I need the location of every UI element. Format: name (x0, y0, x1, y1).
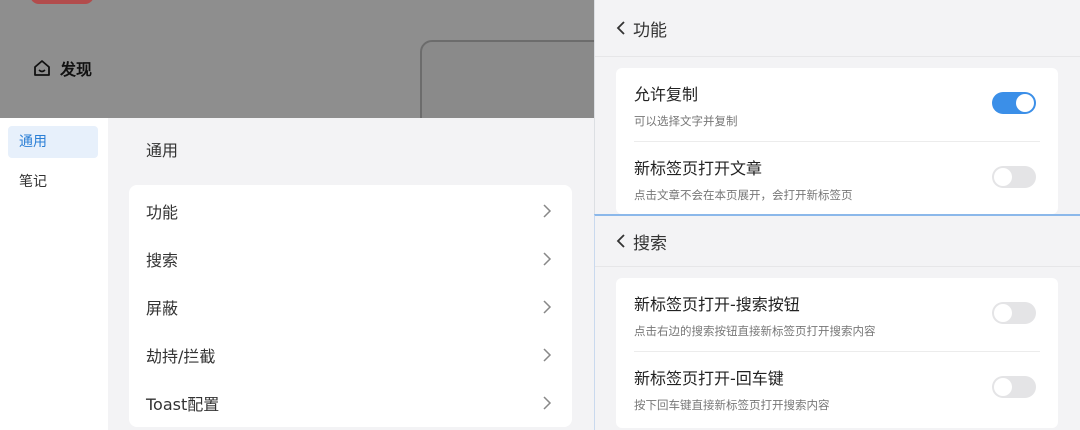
search-settings-card: 新标签页打开-搜索按钮 点击右边的搜索按钮直接新标签页打开搜索内容 新标签页打开… (616, 278, 1058, 428)
settings-menu: 功能 搜索 屏蔽 劫持/拦截 Toast配置 (129, 185, 572, 427)
setting-description: 点击文章不会在本页展开，会打开新标签页 (634, 188, 853, 202)
chevron-right-icon (543, 252, 552, 266)
settings-sidebar: 通用 笔记 (0, 118, 108, 430)
enter-key-new-tab-toggle[interactable] (992, 376, 1036, 398)
back-arrow-icon[interactable] (615, 233, 627, 249)
menu-item-hijack[interactable]: 劫持/拦截 (129, 331, 572, 379)
setting-enter-key-new-tab: 新标签页打开-回车键 按下回车键直接新标签页打开搜索内容 (616, 352, 1058, 426)
back-arrow-icon[interactable] (615, 20, 627, 36)
toggle-knob (1016, 94, 1034, 112)
discover-nav: 发现 (32, 56, 92, 80)
setting-search-button-new-tab: 新标签页打开-搜索按钮 点击右边的搜索按钮直接新标签页打开搜索内容 (616, 278, 1058, 352)
chevron-right-icon (543, 300, 552, 314)
menu-item-toast[interactable]: Toast配置 (129, 379, 572, 427)
red-badge (30, 0, 94, 4)
setting-allow-copy: 允许复制 可以选择文字并复制 (616, 68, 1058, 142)
sidebar-item-notes[interactable]: 笔记 (8, 166, 98, 198)
open-article-new-tab-toggle[interactable] (992, 166, 1036, 188)
setting-description: 可以选择文字并复制 (634, 114, 738, 128)
search-panel-header: 搜索 (595, 216, 1080, 266)
setting-open-article-new-tab: 新标签页打开文章 点击文章不会在本页展开，会打开新标签页 (616, 142, 1058, 216)
background-overlay: 发现 (0, 0, 600, 118)
menu-item-label: 屏蔽 (146, 299, 179, 318)
sidebar-item-general[interactable]: 通用 (8, 126, 98, 158)
function-panel-header: 功能 (595, 0, 1080, 56)
function-settings-card: 允许复制 可以选择文字并复制 新标签页打开文章 点击文章不会在本页展开，会打开新… (616, 68, 1058, 214)
chevron-right-icon (543, 204, 552, 218)
toggle-knob (994, 378, 1012, 396)
menu-item-label: 搜索 (146, 251, 179, 270)
function-panel: 功能 允许复制 可以选择文字并复制 新标签页打开文章 点击文章不会在本页展开，会… (594, 0, 1080, 214)
menu-item-function[interactable]: 功能 (129, 187, 572, 235)
page-title: 通用 (146, 141, 179, 160)
menu-item-label: 功能 (146, 203, 179, 222)
menu-item-label: Toast配置 (146, 395, 220, 414)
setting-description: 点击右边的搜索按钮直接新标签页打开搜索内容 (634, 324, 876, 338)
setting-description: 按下回车键直接新标签页打开搜索内容 (634, 398, 830, 412)
menu-item-label: 劫持/拦截 (146, 347, 216, 366)
menu-item-block[interactable]: 屏蔽 (129, 283, 572, 331)
panel-title: 功能 (633, 20, 667, 41)
divider (595, 266, 1080, 267)
settings-panel: 通用 笔记 通用 功能 搜索 屏蔽 劫持/拦截 Toast配置 (0, 118, 600, 430)
allow-copy-toggle[interactable] (992, 92, 1036, 114)
background-card (420, 40, 600, 118)
menu-item-search[interactable]: 搜索 (129, 235, 572, 283)
toggle-knob (994, 304, 1012, 322)
toggle-knob (994, 168, 1012, 186)
search-button-new-tab-toggle[interactable] (992, 302, 1036, 324)
discover-label: 发现 (60, 60, 93, 79)
search-panel: 搜索 新标签页打开-搜索按钮 点击右边的搜索按钮直接新标签页打开搜索内容 新标签… (594, 214, 1080, 430)
chevron-right-icon (543, 396, 552, 410)
panel-title: 搜索 (633, 233, 667, 254)
divider (595, 56, 1080, 57)
home-icon (34, 60, 50, 76)
chevron-right-icon (543, 348, 552, 362)
